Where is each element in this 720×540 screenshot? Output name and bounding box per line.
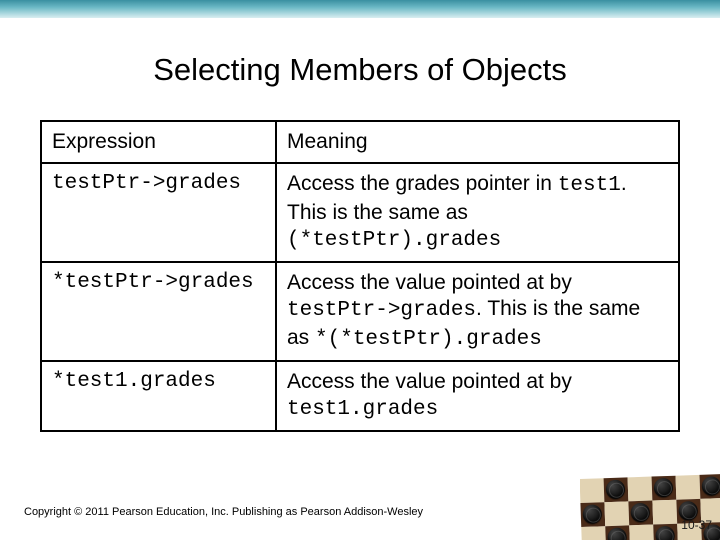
meaning-cell: Access the value pointed at by test1.gra… <box>276 361 679 432</box>
code: test1.grades <box>287 398 438 421</box>
table-row: *testPtr->grades Access the value pointe… <box>41 262 679 361</box>
table-row: testPtr->grades Access the grades pointe… <box>41 163 679 262</box>
meaning-cell: Access the value pointed at by testPtr->… <box>276 262 679 361</box>
expr-cell: *test1.grades <box>41 361 276 432</box>
text: Access the value pointed at by <box>287 370 572 393</box>
meaning-cell: Access the grades pointer in test1. This… <box>276 163 679 262</box>
slide-body: Selecting Members of Objects Expression … <box>0 18 720 432</box>
expr-cell: testPtr->grades <box>41 163 276 262</box>
expression-table: Expression Meaning testPtr->grades Acces… <box>40 120 680 432</box>
table-header-row: Expression Meaning <box>41 121 679 163</box>
page-number: 10-37 <box>681 518 712 532</box>
col-header-meaning: Meaning <box>276 121 679 163</box>
header-gradient <box>0 0 720 18</box>
code: (*testPtr).grades <box>287 229 501 252</box>
col-header-expression: Expression <box>41 121 276 163</box>
expr-cell: *testPtr->grades <box>41 262 276 361</box>
copyright-footer: Copyright © 2011 Pearson Education, Inc.… <box>24 506 423 518</box>
code: testPtr->grades <box>287 299 476 322</box>
code: *(*testPtr).grades <box>315 328 542 351</box>
table-row: *test1.grades Access the value pointed a… <box>41 361 679 432</box>
text: Access the grades pointer in <box>287 172 558 195</box>
code: test1 <box>558 174 621 197</box>
text: Access the value pointed at by <box>287 271 572 294</box>
slide-title: Selecting Members of Objects <box>40 52 680 88</box>
